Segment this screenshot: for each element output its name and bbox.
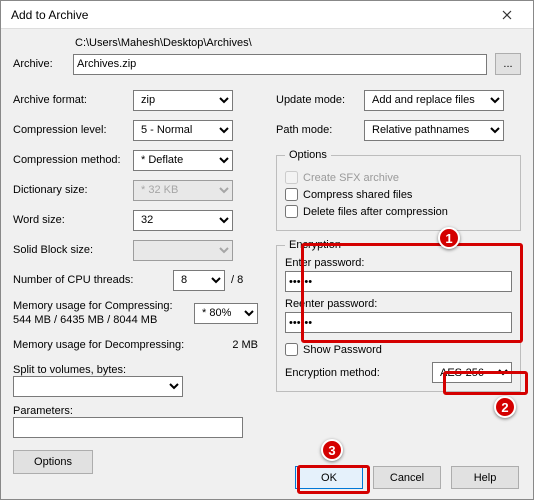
- sfx-checkbox: [285, 171, 298, 184]
- titlebar: Add to Archive: [1, 1, 533, 29]
- update-mode-label: Update mode:: [276, 94, 364, 106]
- path-mode-label: Path mode:: [276, 124, 364, 136]
- mem-decompress-label: Memory usage for Decompressing:: [13, 339, 232, 351]
- ellipsis-icon: ...: [503, 58, 512, 70]
- split-volumes-select[interactable]: [13, 376, 183, 397]
- compress-shared-label: Compress shared files: [303, 189, 412, 201]
- mem-compress-label: Memory usage for Compressing:: [13, 300, 173, 312]
- update-mode-select[interactable]: Add and replace files: [364, 90, 504, 111]
- show-password-label: Show Password: [303, 344, 382, 356]
- browse-button[interactable]: ...: [495, 53, 521, 75]
- compression-method-label: Compression method:: [13, 154, 133, 166]
- encryption-legend: Encryption: [285, 239, 345, 251]
- encryption-group: Encryption Enter password: Reenter passw…: [276, 239, 521, 392]
- options-group: Options Create SFX archive Compress shar…: [276, 149, 521, 231]
- encryption-method-label: Encryption method:: [285, 367, 432, 379]
- enter-password-input[interactable]: [285, 271, 512, 292]
- archive-format-label: Archive format:: [13, 94, 133, 106]
- word-size-label: Word size:: [13, 214, 133, 226]
- mem-compress-values: 544 MB / 6435 MB / 8044 MB: [13, 314, 157, 326]
- solid-block-size-label: Solid Block size:: [13, 244, 133, 256]
- options-button[interactable]: Options: [13, 450, 93, 474]
- ok-button[interactable]: OK: [295, 466, 363, 489]
- close-button[interactable]: [487, 2, 527, 28]
- show-password-checkbox[interactable]: [285, 343, 298, 356]
- split-volumes-label: Split to volumes, bytes:: [13, 364, 126, 376]
- compression-level-label: Compression level:: [13, 124, 133, 136]
- dictionary-size-select: * 32 KB: [133, 180, 233, 201]
- compression-method-select[interactable]: * Deflate: [133, 150, 233, 171]
- sfx-label: Create SFX archive: [303, 172, 399, 184]
- close-icon: [502, 10, 512, 20]
- solid-block-size-select: [133, 240, 233, 261]
- window-title: Add to Archive: [11, 8, 88, 22]
- mem-compress-select[interactable]: * 80%: [194, 303, 258, 324]
- archive-format-select[interactable]: zip: [133, 90, 233, 111]
- archive-path-display: C:\Users\Mahesh\Desktop\Archives\: [13, 37, 521, 49]
- compress-shared-checkbox[interactable]: [285, 188, 298, 201]
- delete-after-label: Delete files after compression: [303, 206, 448, 218]
- path-mode-select[interactable]: Relative pathnames: [364, 120, 504, 141]
- callout-1: 1: [438, 227, 460, 249]
- word-size-select[interactable]: 32: [133, 210, 233, 231]
- mem-decompress-value: 2 MB: [232, 339, 258, 351]
- archive-label: Archive:: [13, 58, 73, 70]
- add-to-archive-dialog: Add to Archive C:\Users\Mahesh\Desktop\A…: [0, 0, 534, 500]
- callout-2: 2: [494, 396, 516, 418]
- parameters-label: Parameters:: [13, 405, 73, 417]
- cancel-button[interactable]: Cancel: [373, 466, 441, 489]
- enter-password-label: Enter password:: [285, 257, 364, 269]
- reenter-password-input[interactable]: [285, 312, 512, 333]
- cpu-threads-total: / 8: [231, 274, 243, 286]
- callout-3: 3: [321, 439, 343, 461]
- parameters-input[interactable]: [13, 417, 243, 438]
- reenter-password-label: Reenter password:: [285, 298, 377, 310]
- help-button[interactable]: Help: [451, 466, 519, 489]
- compression-level-select[interactable]: 5 - Normal: [133, 120, 233, 141]
- dictionary-size-label: Dictionary size:: [13, 184, 133, 196]
- options-legend: Options: [285, 149, 331, 161]
- cpu-threads-select[interactable]: 8: [173, 270, 225, 291]
- delete-after-checkbox[interactable]: [285, 205, 298, 218]
- archive-filename-input[interactable]: [73, 54, 487, 75]
- encryption-method-select[interactable]: AES-256: [432, 362, 512, 383]
- cpu-threads-label: Number of CPU threads:: [13, 274, 173, 286]
